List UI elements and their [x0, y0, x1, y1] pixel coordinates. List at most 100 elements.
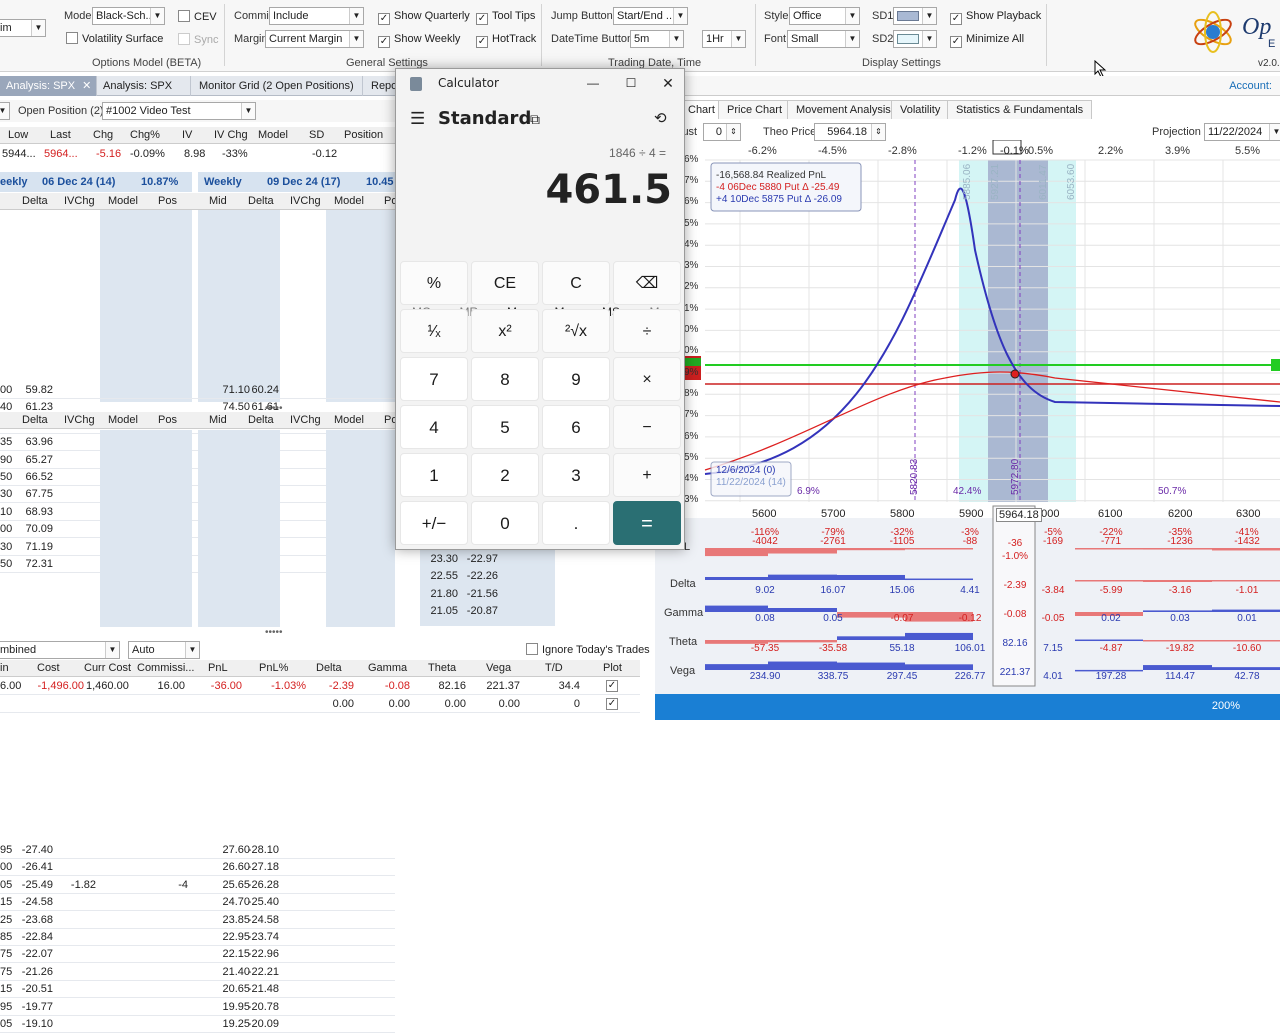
tab-volatility[interactable]: Volatility — [891, 100, 950, 119]
calc-key[interactable]: ²√x — [542, 309, 610, 353]
calc-key[interactable]: ÷ — [613, 309, 681, 353]
show-weekly-checkbox[interactable]: ✓ Show Weekly — [378, 33, 460, 48]
projection-label: Projection — [1152, 126, 1201, 138]
margin-combo[interactable]: Current Margin ▼ — [265, 30, 364, 48]
table-row[interactable]: 75 -22.07 22.15 -22.96 — [0, 946, 395, 964]
table-row[interactable]: 85 -22.84 22.95 -23.74 — [0, 929, 395, 946]
calc-key[interactable]: × — [613, 357, 681, 401]
tab-label: Chart — [688, 104, 715, 116]
table-row[interactable]: 05 -19.10 19.25 -20.09 — [0, 1016, 395, 1033]
calc-key[interactable]: 6 — [542, 405, 610, 449]
calc-key[interactable]: 4 — [400, 405, 468, 449]
model-combo-value: Black-Sch... — [96, 10, 155, 22]
calc-key[interactable]: = — [613, 501, 681, 545]
vega-bar — [1212, 667, 1280, 670]
datetime-interval-combo[interactable]: 5m ▼ — [630, 30, 684, 48]
projection-date-picker[interactable]: 11/22/2024 ▼ — [1204, 123, 1280, 141]
hamburger-menu-icon[interactable]: ☰ — [410, 109, 425, 129]
tab-analysis-spx-active[interactable]: Analysis: SPX ✕ — [0, 76, 97, 96]
cell-delta: -22.97 — [466, 553, 498, 565]
calc-key[interactable]: 0 — [471, 501, 539, 545]
cev-checkbox[interactable]: CEV — [178, 10, 217, 24]
greek-value: -88 — [962, 536, 978, 547]
current-greek-value: 221.37 — [999, 667, 1031, 678]
sd2-color-picker[interactable]: ▼ — [893, 30, 937, 48]
table-row[interactable]: 95 -19.77 19.95 -20.78 — [0, 999, 395, 1016]
calc-key[interactable]: +/− — [400, 501, 468, 545]
tab-label: Analysis: SPX — [103, 80, 173, 92]
plot-checkbox[interactable]: ✓ — [606, 698, 618, 710]
splitter-handle[interactable]: ••••• — [265, 627, 283, 638]
model-combo[interactable]: Black-Sch... ▼ — [92, 7, 165, 25]
zoom-level[interactable]: 200% — [1212, 700, 1240, 712]
history-icon[interactable]: ⟲ — [654, 109, 667, 127]
calc-key[interactable]: 8 — [471, 357, 539, 401]
table-row[interactable]: 00 59.82 71.10 60.24 — [0, 382, 395, 399]
table-row[interactable]: 15 -24.58 24.70 -25.40 — [0, 894, 395, 912]
jump-buttons-combo[interactable]: Start/End ... ▼ — [613, 7, 688, 25]
theta-bar — [905, 632, 973, 640]
minimize-all-checkbox[interactable]: ✓ Minimize All — [950, 33, 1024, 48]
calc-key[interactable]: 3 — [542, 453, 610, 497]
quote-header: Low Last Chg Chg% IV IV Chg Model SD Pos… — [0, 127, 395, 144]
sync-checkbox[interactable]: Sync — [178, 33, 218, 47]
commis-combo[interactable]: Include ▼ — [269, 7, 364, 25]
close-icon[interactable]: ✕ — [650, 69, 686, 97]
theo-price-stepper[interactable]: 5964.18 ⇕ — [814, 123, 886, 141]
datetime-interval2-combo[interactable]: 1Hr ▼ — [702, 30, 746, 48]
tab-price-chart[interactable]: Price Chart — [718, 100, 792, 119]
cell-delta: -28.10 — [247, 844, 279, 856]
show-playback-checkbox[interactable]: ✓ Show Playback — [950, 10, 1041, 25]
position-combo[interactable]: #1002 Video Test ▼ — [102, 102, 256, 120]
calc-key[interactable]: 1 — [400, 453, 468, 497]
right-marker-green — [1271, 359, 1280, 371]
show-quarterly-checkbox[interactable]: ✓ Show Quarterly — [378, 10, 470, 25]
table-row[interactable]: 15 -20.51 20.65 -21.48 — [0, 981, 395, 999]
calc-key[interactable]: x² — [471, 309, 539, 353]
greek-value: 106.01 — [954, 643, 986, 654]
calc-key[interactable]: 7 — [400, 357, 468, 401]
table-row[interactable]: 25 -23.68 23.85 -24.58 — [0, 912, 395, 929]
tab-statistics-fundamentals[interactable]: Statistics & Fundamentals — [947, 100, 1093, 119]
calc-key[interactable]: % — [400, 261, 468, 305]
calc-key[interactable]: CE — [471, 261, 539, 305]
calc-key[interactable]: . — [542, 501, 610, 545]
tab-analysis-spx[interactable]: Analysis: SPX — [97, 76, 191, 96]
tab-monitor-grid[interactable]: Monitor Grid (2 Open Positions) — [193, 76, 363, 96]
table-row[interactable]: 6.00 -1,496.00 1,460.00 16.00 -36.00 -1.03% -2… — [0, 678, 640, 695]
cut-combo[interactable]: im ▼ — [0, 19, 46, 37]
volatility-surface-checkbox[interactable]: Volatility Surface — [66, 32, 163, 46]
date-legend-entry: 12/6/2024 (0) — [716, 465, 776, 476]
calc-key[interactable]: 5 — [471, 405, 539, 449]
style-combo[interactable]: Office ▼ — [789, 7, 860, 25]
tab-movement-analysis[interactable]: Movement Analysis — [787, 100, 900, 119]
table-row[interactable]: 05 -25.49 -1.82 -4 25.65 -26.28 — [0, 877, 395, 894]
calc-key[interactable]: 2 — [471, 453, 539, 497]
auto-combo[interactable]: Auto ▼ — [128, 641, 200, 659]
close-icon[interactable]: ✕ — [82, 80, 91, 92]
table-row[interactable]: 0.00 0.00 0.00 0.00 0 ✓ — [0, 696, 640, 713]
calc-key[interactable]: ¹⁄ₓ — [400, 309, 468, 353]
table-row[interactable]: 95 -27.40 27.60 -28.10 — [0, 842, 395, 859]
maximize-icon[interactable]: ☐ — [612, 69, 650, 97]
combine-combo[interactable]: mbined ▼ — [0, 641, 120, 659]
font-combo[interactable]: Small ▼ — [787, 30, 860, 48]
minimize-icon[interactable]: — — [574, 69, 612, 97]
calc-key[interactable]: ⌫ — [613, 261, 681, 305]
tool-tips-checkbox[interactable]: ✓ Tool Tips — [476, 10, 535, 25]
calc-key[interactable]: 9 — [542, 357, 610, 401]
ignore-todays-trades-checkbox[interactable]: Ignore Today's Trades — [526, 643, 650, 657]
calc-key[interactable]: + — [613, 453, 681, 497]
hottrack-checkbox[interactable]: ✓ HotTrack — [476, 33, 536, 48]
calc-key[interactable]: − — [613, 405, 681, 449]
table-row[interactable]: 75 -21.26 21.40 -22.21 — [0, 964, 395, 981]
keep-on-top-icon[interactable]: ⧉ — [530, 111, 540, 128]
account-label[interactable]: Account: — [1229, 80, 1272, 92]
calc-key[interactable]: C — [542, 261, 610, 305]
position-toggle[interactable]: ▼ — [0, 102, 10, 120]
table-row[interactable]: 00 -26.41 26.60 -27.18 — [0, 859, 395, 877]
show-weekly-label: Show Weekly — [394, 33, 461, 45]
sd1-color-picker[interactable]: ▼ — [893, 7, 937, 25]
adjust-stepper[interactable]: 0 ⇕ — [703, 123, 741, 141]
plot-checkbox[interactable]: ✓ — [606, 680, 618, 692]
